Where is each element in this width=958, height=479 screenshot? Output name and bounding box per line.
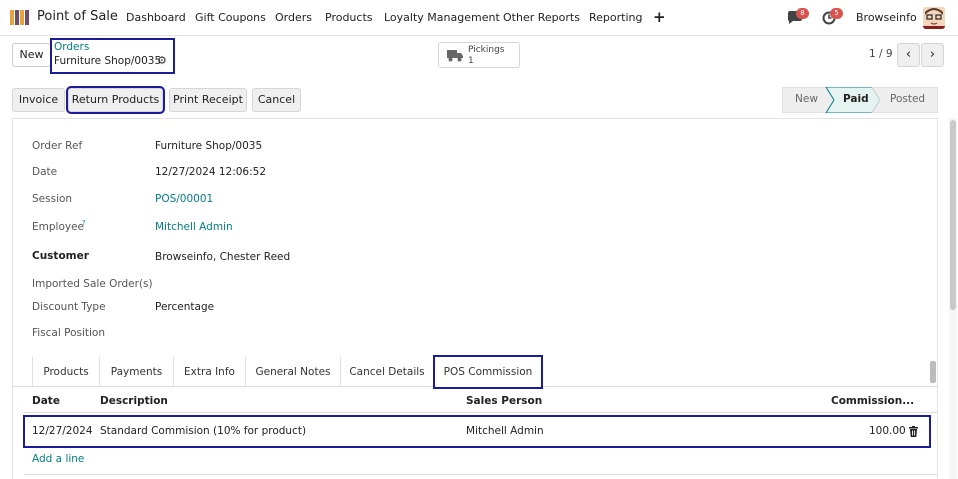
breadcrumb-orders[interactable]: Orders	[54, 41, 89, 53]
row-date: 12/27/2024	[32, 425, 93, 437]
company-switcher[interactable]: Browseinfo	[856, 11, 917, 24]
pickings-label: Pickings	[468, 45, 505, 55]
pager-value[interactable]: 1 / 9	[869, 48, 893, 60]
pickings-count: 1	[468, 56, 474, 66]
add-line-link[interactable]: Add a line	[32, 453, 84, 465]
menu-products[interactable]: Products	[325, 11, 373, 24]
tab-extra-info[interactable]: Extra Info	[174, 357, 246, 387]
top-navbar: Point of Sale Dashboard Gift Coupons Ord…	[0, 0, 958, 36]
user-avatar[interactable]	[923, 7, 945, 29]
status-bar: New Paid Posted	[782, 87, 938, 113]
status-new[interactable]: New	[795, 93, 818, 105]
tab-cancel-details[interactable]: Cancel Details	[341, 357, 434, 387]
menu-loyalty-management[interactable]: Loyalty Management	[384, 11, 500, 24]
status-paid[interactable]: Paid	[843, 93, 869, 105]
pickings-smart-button[interactable]: Pickings 1	[438, 42, 520, 68]
tab-pos-commission[interactable]: POS Commission	[433, 355, 543, 389]
column-header-description[interactable]: Description	[100, 395, 168, 407]
menu-other-reports[interactable]: Other Reports	[503, 11, 580, 24]
plus-icon[interactable]: +	[653, 8, 666, 26]
app-title[interactable]: Point of Sale	[37, 9, 118, 24]
tab-products[interactable]: Products	[32, 357, 100, 387]
row-description: Standard Commision (10% for product)	[100, 425, 307, 437]
imported-sale-orders-label: Imported Sale Order(s)	[32, 278, 153, 290]
menu-orders[interactable]: Orders	[275, 11, 312, 24]
breadcrumb: Orders Furniture Shop/0035 ⚙	[50, 38, 175, 74]
menu-reporting[interactable]: Reporting	[589, 11, 642, 24]
trash-icon[interactable]	[909, 426, 918, 437]
table-bottom-divider	[24, 474, 938, 475]
column-header-commission[interactable]: Commission...	[831, 395, 914, 407]
column-header-date[interactable]: Date	[32, 395, 60, 407]
tab-general-notes[interactable]: General Notes	[246, 357, 341, 387]
fiscal-position-label: Fiscal Position	[32, 327, 106, 339]
tabs-scroll-indicator[interactable]	[930, 361, 936, 383]
date-label: Date	[32, 166, 58, 178]
row-sales-person: Mitchell Admin	[466, 425, 544, 437]
customer-label: Customer	[32, 250, 89, 262]
messages-badge: 8	[796, 8, 809, 19]
employee-label: Employee	[32, 221, 85, 233]
pager-next-button[interactable]: ›	[921, 43, 944, 67]
order-ref-value: Furniture Shop/0035	[155, 140, 263, 152]
column-header-sales-person[interactable]: Sales Person	[466, 395, 542, 407]
new-button[interactable]: New	[12, 43, 51, 67]
invoice-button[interactable]: Invoice	[12, 88, 65, 112]
order-ref-label: Order Ref	[32, 140, 83, 152]
truck-icon	[447, 49, 464, 62]
session-label: Session	[32, 193, 73, 205]
activities-badge: 5	[830, 8, 843, 19]
gear-icon[interactable]: ⚙	[157, 54, 167, 67]
menu-dashboard[interactable]: Dashboard	[126, 11, 186, 24]
menu-gift-coupons[interactable]: Gift Coupons	[195, 11, 266, 24]
date-value: 12/27/2024 12:06:52	[155, 166, 267, 178]
print-receipt-button[interactable]: Print Receipt	[169, 88, 247, 112]
discount-type-value[interactable]: Percentage	[155, 301, 214, 313]
discount-type-label: Discount Type	[32, 301, 106, 313]
pager-previous-button[interactable]: ‹	[897, 43, 920, 67]
return-products-button[interactable]: Return Products	[66, 86, 165, 114]
scrollbar-thumb[interactable]	[950, 120, 956, 310]
pos-app-icon[interactable]	[10, 10, 30, 25]
session-link[interactable]: POS/00001	[155, 193, 213, 205]
tab-payments[interactable]: Payments	[100, 357, 174, 387]
row-commission: 100.00	[869, 425, 906, 437]
employee-help-icon[interactable]: ?	[82, 219, 86, 227]
status-posted[interactable]: Posted	[890, 93, 925, 105]
employee-link[interactable]: Mitchell Admin	[155, 221, 233, 233]
table-header-divider	[24, 412, 938, 413]
customer-value[interactable]: Browseinfo, Chester Reed	[155, 251, 290, 263]
breadcrumb-current: Furniture Shop/0035	[54, 55, 162, 67]
cancel-button[interactable]: Cancel	[252, 88, 301, 112]
